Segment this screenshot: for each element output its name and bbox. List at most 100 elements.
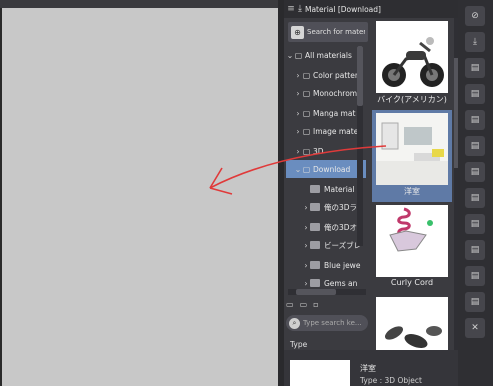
scrollbar-thumb[interactable]	[357, 46, 363, 106]
menu-icon[interactable]: ≡	[284, 4, 298, 14]
material-icon[interactable]: ▤	[465, 292, 485, 312]
material-card[interactable]: 洋室	[372, 110, 452, 202]
tree-item[interactable]: › ▢ Image mate	[286, 122, 366, 140]
folder-icon	[310, 223, 320, 231]
chevron-right-icon[interactable]: ›	[294, 109, 302, 118]
tree-item[interactable]: ⌄ ▢ Download	[286, 160, 366, 178]
manga-icon: ▢	[302, 108, 311, 118]
material-icon[interactable]: ▤	[465, 240, 485, 260]
folder-icon	[310, 203, 320, 211]
detail-type: Type : 3D Object	[360, 376, 422, 385]
material-tree: ⌄ ▢ All materials › ▢ Color patter › ▢ Monochrom…	[286, 46, 366, 290]
folder-icon	[310, 185, 320, 193]
material-name: Curly Cord	[390, 278, 434, 287]
folder-icon	[310, 279, 320, 287]
tree-item-label: Manga mat	[313, 108, 356, 118]
new-folder-icon[interactable]: ▭	[286, 300, 294, 309]
chevron-down-icon[interactable]: ⌄	[286, 51, 294, 60]
image-icon: ▢	[302, 126, 311, 136]
material-card[interactable]: バイク(アメリカン)	[372, 18, 452, 110]
chevron-down-icon[interactable]: ⌄	[294, 165, 302, 174]
import-icon[interactable]: ⤓	[465, 32, 485, 52]
material-name: 洋室	[404, 187, 420, 196]
chevron-right-icon[interactable]: ›	[294, 147, 302, 156]
motorcycle-image	[382, 37, 444, 87]
chevron-right-icon[interactable]: ›	[294, 89, 302, 98]
material-icon[interactable]: ▤	[465, 136, 485, 156]
western-room-image	[376, 113, 448, 185]
tree-tools: ▭ ▭ ▫	[286, 298, 368, 310]
material-thumbnails: バイク(アメリカン) 洋室 Curly Cord	[370, 18, 452, 350]
chevron-right-icon[interactable]: ›	[302, 223, 310, 232]
material-card[interactable]	[372, 294, 452, 350]
material-thumbnail	[376, 205, 448, 277]
tree-item[interactable]: › 俺の3Dラ	[286, 198, 366, 216]
material-icon[interactable]: ▤	[465, 110, 485, 130]
close-icon[interactable]: ✕	[465, 318, 485, 338]
stone-objects-image	[376, 297, 448, 350]
scrollbar-thumb[interactable]	[296, 289, 336, 295]
material-icon[interactable]: ▤	[465, 188, 485, 208]
chevron-right-icon[interactable]: ›	[294, 71, 302, 80]
chevron-right-icon[interactable]: ›	[302, 279, 310, 288]
material-thumbnail	[376, 21, 448, 93]
cube-icon: ▢	[302, 146, 311, 156]
tree-item-label: Gems an	[324, 278, 358, 288]
delete-icon[interactable]: ▫	[313, 300, 318, 309]
chevron-right-icon[interactable]: ›	[302, 261, 310, 270]
panel-tool-strip: ⊘ ⤓ ▤ ▤ ▤ ▤ ▤ ▤ ▤ ▤ ▤ ▤ ✕	[458, 0, 493, 386]
canvas-top-bar	[0, 0, 278, 8]
material-name: バイク(アメリカン)	[377, 95, 447, 104]
tree-item[interactable]: › ▢ 3D	[286, 142, 366, 160]
tree-item-label: 俺の3Dオ	[324, 222, 358, 232]
color-pattern-icon: ▢	[302, 70, 311, 80]
curly-cord-image	[376, 205, 448, 277]
search-materials-label: Search for materials	[307, 28, 365, 36]
tree-item[interactable]: › Blue jewe	[286, 256, 366, 274]
detail-name: 洋室	[360, 364, 376, 373]
material-card[interactable]: Curly Cord	[372, 202, 452, 294]
tree-item[interactable]: ⌄ ▢ All materials	[286, 46, 366, 64]
material-thumbnail	[376, 297, 448, 350]
material-thumbnail	[376, 113, 448, 185]
download-icon: ⤓	[298, 4, 302, 14]
search-materials-button[interactable]: ⊕ Search for materials	[288, 22, 368, 42]
material-icon[interactable]: ▤	[465, 266, 485, 286]
tree-item[interactable]: › ビーズブレ	[286, 236, 366, 254]
type-label: Type	[290, 340, 308, 349]
material-detail: 洋室 Type : 3D Object	[284, 350, 458, 386]
canvas-area[interactable]	[0, 0, 278, 386]
tree-item[interactable]: Material	[286, 180, 366, 198]
tree-item-label: Material	[324, 184, 355, 194]
folder-icon[interactable]: ▭	[300, 300, 308, 309]
tag-search-input[interactable]: ⌕ Type search ke...	[286, 315, 368, 331]
search-icon: ⌕	[289, 317, 300, 329]
folder-icon	[310, 241, 320, 249]
tree-item[interactable]: › 俺の3Dオ	[286, 218, 366, 236]
tree-vertical-scrollbar[interactable]	[357, 46, 363, 246]
folder-icon	[310, 261, 320, 269]
tree-item[interactable]: › ▢ Manga mat	[286, 104, 366, 122]
detail-thumbnail	[290, 360, 350, 386]
monochrome-icon: ▢	[302, 88, 311, 98]
panel-title-bar: ≡ ⤓ Material [Download]	[284, 0, 458, 18]
material-icon[interactable]: ▤	[465, 214, 485, 234]
chevron-right-icon[interactable]: ›	[294, 127, 302, 136]
tree-item[interactable]: › ▢ Color patter	[286, 66, 366, 84]
tree-item-label: Download	[313, 164, 351, 174]
tree-item-label: Image mate	[313, 126, 359, 136]
chevron-right-icon[interactable]: ›	[302, 241, 310, 250]
tree-item[interactable]: › ▢ Monochrom	[286, 84, 366, 102]
material-icon[interactable]: ▤	[465, 162, 485, 182]
material-panel: ≡ ⤓ Material [Download] ⊕ Search for mat…	[284, 0, 458, 386]
chevron-right-icon[interactable]: ›	[302, 203, 310, 212]
material-icon[interactable]: ▤	[465, 84, 485, 104]
panel-title: Material [Download]	[304, 4, 381, 14]
tree-horizontal-scrollbar[interactable]	[288, 289, 366, 295]
tree-item-label: Monochrom	[313, 88, 358, 98]
tree-item[interactable]: › Gems an	[286, 274, 366, 290]
tree-item-label: 俺の3Dラ	[324, 202, 358, 212]
zoom-icon[interactable]: ⊘	[465, 6, 485, 26]
material-icon[interactable]: ▤	[465, 58, 485, 78]
download-icon: ▢	[302, 164, 311, 174]
